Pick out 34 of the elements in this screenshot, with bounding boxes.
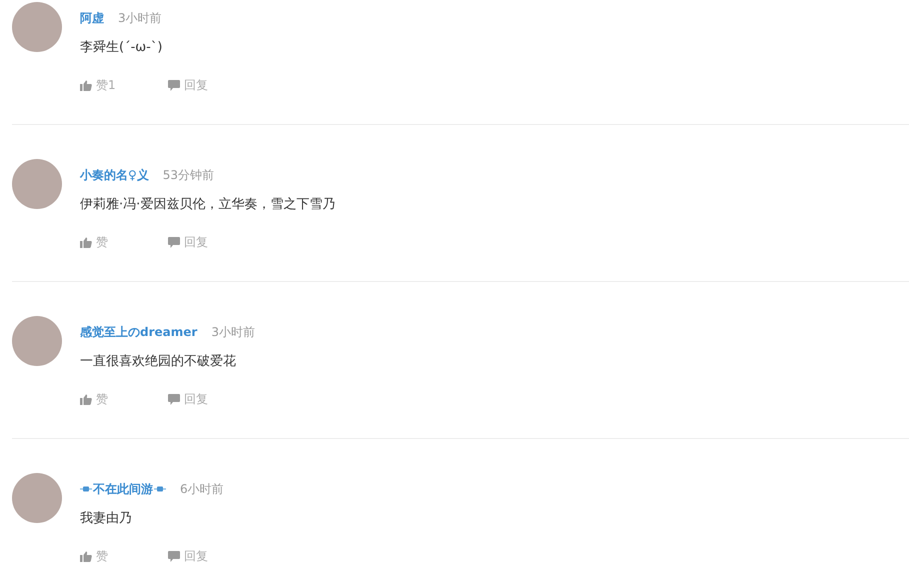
avatar-image <box>12 316 62 366</box>
comment-text: 伊莉雅·冯·爱因兹贝伦，立华奏，雪之下雪乃 <box>80 196 336 214</box>
comment-text: 一直很喜欢绝园的不破爱花 <box>80 353 237 371</box>
thumbs-up-icon <box>80 394 92 404</box>
like-button[interactable]: 赞1 <box>96 76 116 94</box>
username-link[interactable]: 感觉至上のdreamer <box>80 324 198 340</box>
thumbs-up-icon <box>80 80 92 90</box>
speech-bubble-icon <box>168 394 180 404</box>
thumbs-up-icon <box>80 236 92 248</box>
like-button[interactable]: 赞 <box>96 390 108 408</box>
comment-text: 李舜生(´-ω-`) <box>80 39 164 57</box>
username-link[interactable]: 不在此间游 <box>80 480 166 498</box>
like-button[interactable]: 赞 <box>96 548 108 564</box>
reply-button[interactable]: 回复 <box>184 76 208 94</box>
timestamp: 6小时前 <box>180 480 224 498</box>
reply-button[interactable]: 回复 <box>184 548 208 564</box>
timestamp: 53分钟前 <box>162 166 214 184</box>
username-link[interactable]: 阿虚 <box>80 10 104 26</box>
avatar-image <box>12 473 62 523</box>
reply-button[interactable]: 回复 <box>184 390 208 408</box>
reply-button[interactable]: 回复 <box>184 234 208 250</box>
speech-bubble-icon <box>168 80 180 90</box>
timestamp: 3小时前 <box>118 10 162 26</box>
thumbs-up-icon <box>80 550 92 562</box>
speech-bubble-icon <box>168 550 180 562</box>
ornament-icon <box>80 486 92 492</box>
avatar-image <box>12 159 62 209</box>
avatar-image <box>12 2 62 52</box>
timestamp: 3小时前 <box>211 324 255 340</box>
comment-text: 我妻由乃 <box>80 510 133 528</box>
speech-bubble-icon <box>168 236 180 248</box>
like-button[interactable]: 赞 <box>96 234 108 250</box>
ornament-icon <box>154 486 166 492</box>
username-link[interactable]: 小奏的名♀义 <box>80 166 149 184</box>
